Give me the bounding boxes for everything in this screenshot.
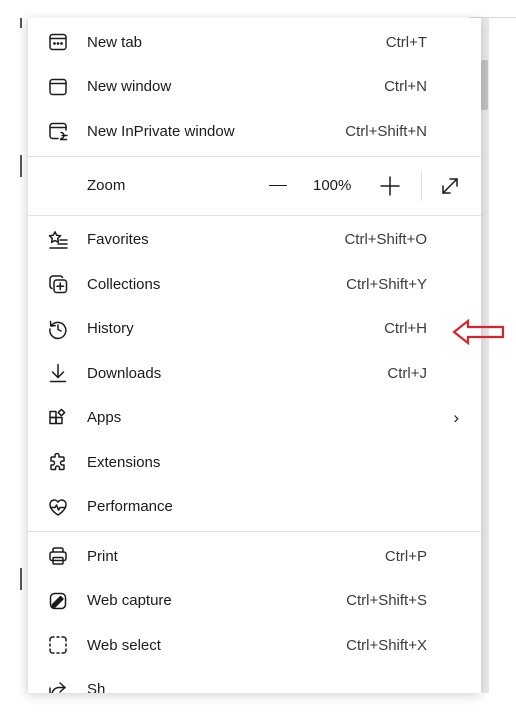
menu-item-shortcut: Ctrl+Shift+O (344, 231, 427, 249)
menu-item-shortcut: Ctrl+Shift+S (346, 592, 427, 610)
menu-item-label: Apps (87, 409, 122, 427)
page-fragment-mark (20, 155, 22, 177)
menu-item-new-inprivate-window[interactable]: New InPrivate window Ctrl+Shift+N (28, 109, 481, 154)
menu-item-shortcut: Ctrl+N (384, 78, 427, 96)
print-icon (47, 545, 69, 567)
menu-section-page: Print Ctrl+P Web capture Ctrl+Shift+S We… (28, 532, 481, 693)
menu-item-new-window[interactable]: New window Ctrl+N (28, 65, 481, 110)
menu-item-shortcut: Ctrl+T (385, 33, 427, 51)
apps-icon (47, 407, 69, 429)
menu-item-label: History (87, 320, 134, 338)
collections-icon (47, 273, 69, 295)
menu-item-label: Performance (87, 498, 173, 516)
zoom-in-icon[interactable] (376, 172, 404, 200)
menu-item-label: Print (87, 547, 118, 565)
menu-item-share[interactable]: Sh (28, 668, 481, 693)
menu-item-downloads[interactable]: Downloads Ctrl+J (28, 351, 481, 396)
menu-item-collections[interactable]: Collections Ctrl+Shift+Y (28, 262, 481, 307)
screenshot-stage: New tab Ctrl+T New window Ctrl+N New InP… (0, 0, 516, 715)
history-icon (47, 318, 69, 340)
page-scrollbar-thumb[interactable] (481, 60, 488, 110)
menu-item-new-tab[interactable]: New tab Ctrl+T (28, 20, 481, 65)
menu-item-print[interactable]: Print Ctrl+P (28, 534, 481, 579)
zoom-row: Zoom 100% (28, 157, 481, 215)
new-tab-icon (47, 31, 69, 53)
web-select-icon (47, 634, 69, 656)
menu-item-shortcut: Ctrl+Shift+Y (346, 275, 427, 293)
annotation-arrow-icon (452, 318, 505, 346)
menu-item-label: Downloads (87, 364, 162, 382)
menu-item-performance[interactable]: Performance (28, 485, 481, 530)
menu-item-label: Web capture (87, 592, 172, 610)
favorites-icon (47, 229, 69, 251)
menu-item-label: Sh (87, 681, 106, 693)
menu-item-web-capture[interactable]: Web capture Ctrl+Shift+S (28, 579, 481, 624)
page-scrollbar[interactable] (480, 18, 489, 693)
menu-item-shortcut: Ctrl+Shift+N (345, 122, 427, 140)
menu-item-shortcut: Ctrl+Shift+X (346, 636, 427, 654)
menu-item-apps[interactable]: Apps › (28, 396, 481, 441)
zoom-label: Zoom (87, 177, 126, 194)
page-fragment-mark (20, 18, 22, 28)
page-fragment-mark (20, 568, 22, 590)
new-window-icon (47, 76, 69, 98)
performance-icon (47, 496, 69, 518)
menu-item-shortcut: Ctrl+H (384, 320, 427, 338)
menu-item-shortcut: Ctrl+J (387, 364, 427, 382)
inprivate-icon (47, 120, 69, 142)
downloads-icon (47, 362, 69, 384)
menu-item-label: Extensions (87, 453, 161, 471)
web-capture-icon (47, 590, 69, 612)
zoom-separator (421, 170, 422, 201)
menu-item-label: New window (87, 78, 172, 96)
menu-item-label: Favorites (87, 231, 149, 249)
extensions-icon (47, 451, 69, 473)
zoom-out-icon[interactable] (264, 172, 292, 200)
menu-item-history[interactable]: History Ctrl+H (28, 307, 481, 352)
menu-item-extensions[interactable]: Extensions (28, 440, 481, 485)
menu-item-label: Web select (87, 636, 161, 654)
menu-item-shortcut: Ctrl+P (384, 547, 427, 565)
browser-settings-menu: New tab Ctrl+T New window Ctrl+N New InP… (27, 18, 481, 693)
zoom-value: 100% (313, 177, 352, 194)
menu-section-tools: Favorites Ctrl+Shift+O Collections Ctrl+… (28, 216, 481, 532)
share-icon (47, 679, 69, 693)
chevron-right-icon: › (453, 407, 459, 427)
menu-item-favorites[interactable]: Favorites Ctrl+Shift+O (28, 218, 481, 263)
menu-section-new: New tab Ctrl+T New window Ctrl+N New InP… (28, 18, 481, 156)
menu-item-label: New tab (87, 33, 143, 51)
menu-item-web-select[interactable]: Web select Ctrl+Shift+X (28, 623, 481, 668)
fullscreen-icon[interactable] (436, 172, 464, 200)
menu-item-label: New InPrivate window (87, 122, 235, 140)
menu-item-label: Collections (87, 275, 161, 293)
